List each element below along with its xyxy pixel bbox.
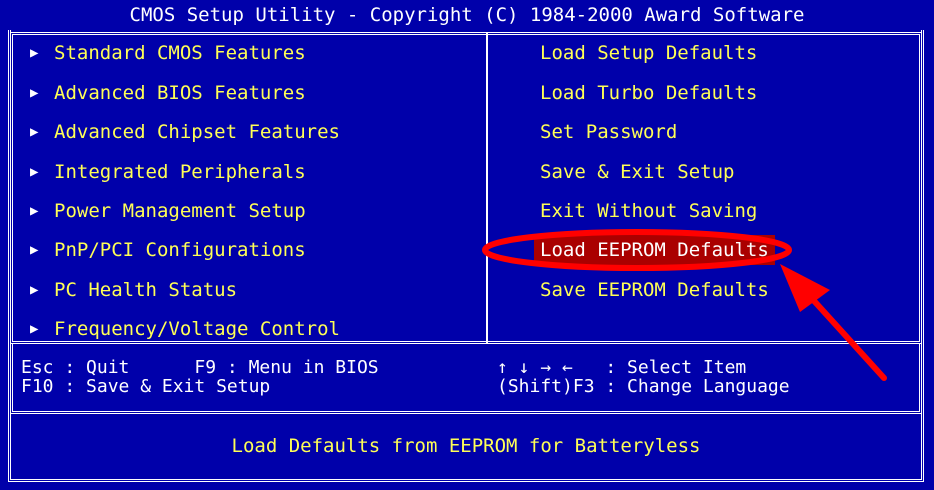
menu-item-exit-without-saving[interactable]: Exit Without Saving <box>540 196 757 226</box>
submenu-arrow-icon: ▶ <box>30 85 39 101</box>
menu-item-load-eeprom-defaults[interactable]: Load EEPROM Defaults <box>534 235 775 265</box>
submenu-arrow-icon: ▶ <box>30 282 39 298</box>
submenu-arrow-icon: ▶ <box>30 45 39 61</box>
menu-item-pnp-pci-configurations[interactable]: ▶ PnP/PCI Configurations <box>30 235 306 265</box>
submenu-arrow-icon: ▶ <box>30 164 39 180</box>
menu-item-advanced-chipset-features[interactable]: ▶ Advanced Chipset Features <box>30 117 340 147</box>
menu-item-load-turbo-defaults[interactable]: Load Turbo Defaults <box>540 78 757 108</box>
submenu-arrow-icon: ▶ <box>30 124 39 140</box>
menu-item-save-exit-setup[interactable]: Save & Exit Setup <box>540 157 734 187</box>
submenu-arrow-icon: ▶ <box>30 242 39 258</box>
help-quit-menu: Esc : Quit F9 : Menu in BIOS <box>21 357 379 378</box>
bios-screen: CMOS Setup Utility - Copyright (C) 1984-… <box>0 0 934 490</box>
submenu-arrow-icon: ▶ <box>30 321 39 337</box>
menu-item-pc-health-status[interactable]: ▶ PC Health Status <box>30 275 237 305</box>
menu-item-frequency-voltage-control[interactable]: ▶ Frequency/Voltage Control <box>30 314 340 344</box>
menu-item-set-password[interactable]: Set Password <box>540 117 677 147</box>
menu-divider <box>486 32 488 344</box>
submenu-arrow-icon: ▶ <box>30 203 39 219</box>
menu-item-power-management-setup[interactable]: ▶ Power Management Setup <box>30 196 306 226</box>
key-help-area: Esc : Quit F9 : Menu in BIOS F10 : Save … <box>10 344 922 414</box>
help-select-item: ↑ ↓ → ← : Select Item <box>497 357 747 378</box>
menu-item-advanced-bios-features[interactable]: ▶ Advanced BIOS Features <box>30 78 306 108</box>
menu-item-integrated-peripherals[interactable]: ▶ Integrated Peripherals <box>30 157 306 187</box>
title-bar: CMOS Setup Utility - Copyright (C) 1984-… <box>0 0 934 30</box>
help-save-exit: F10 : Save & Exit Setup <box>21 376 271 397</box>
status-message: Load Defaults from EEPROM for Batteryles… <box>231 435 701 457</box>
menu-item-save-eeprom-defaults[interactable]: Save EEPROM Defaults <box>540 275 769 305</box>
menu-item-load-setup-defaults[interactable]: Load Setup Defaults <box>540 38 757 68</box>
help-change-language: (Shift)F3 : Change Language <box>497 376 790 397</box>
menu-item-standard-cmos-features[interactable]: ▶ Standard CMOS Features <box>30 38 306 68</box>
